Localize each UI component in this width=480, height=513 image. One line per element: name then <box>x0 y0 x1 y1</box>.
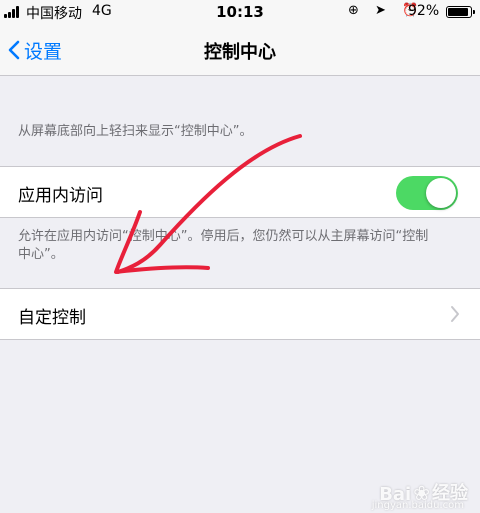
in-app-access-label: 应用内访问 <box>18 186 103 206</box>
battery-icon <box>446 6 475 18</box>
toggle-knob <box>426 178 456 208</box>
in-app-access-cell: 应用内访问 <box>0 166 480 218</box>
page-title: 控制中心 <box>204 42 276 63</box>
battery-percent: 92% <box>408 3 440 19</box>
customize-controls-cell[interactable]: 自定控制 <box>0 288 480 340</box>
customize-controls-label: 自定控制 <box>18 308 86 328</box>
navigation-bar: 设置 控制中心 <box>0 24 480 76</box>
in-app-access-toggle[interactable] <box>396 176 458 210</box>
chevron-right-icon <box>451 306 459 322</box>
in-app-access-note: 允许在应用内访问“控制中心”。停用后，您仍然可以从主屏幕访问“控制中心”。 <box>18 229 429 262</box>
swipe-hint-note: 从屏幕底部向上轻扫来显示“控制中心”。 <box>18 124 253 139</box>
baidu-jingyan-watermark: Bai ❀ 经验 jingyan.baidu.com <box>372 479 468 511</box>
watermark-url: jingyan.baidu.com <box>371 500 464 511</box>
status-bar: 中国移动 4G 10:13 ⊕ ➤ ⏰ 92% <box>0 0 480 24</box>
